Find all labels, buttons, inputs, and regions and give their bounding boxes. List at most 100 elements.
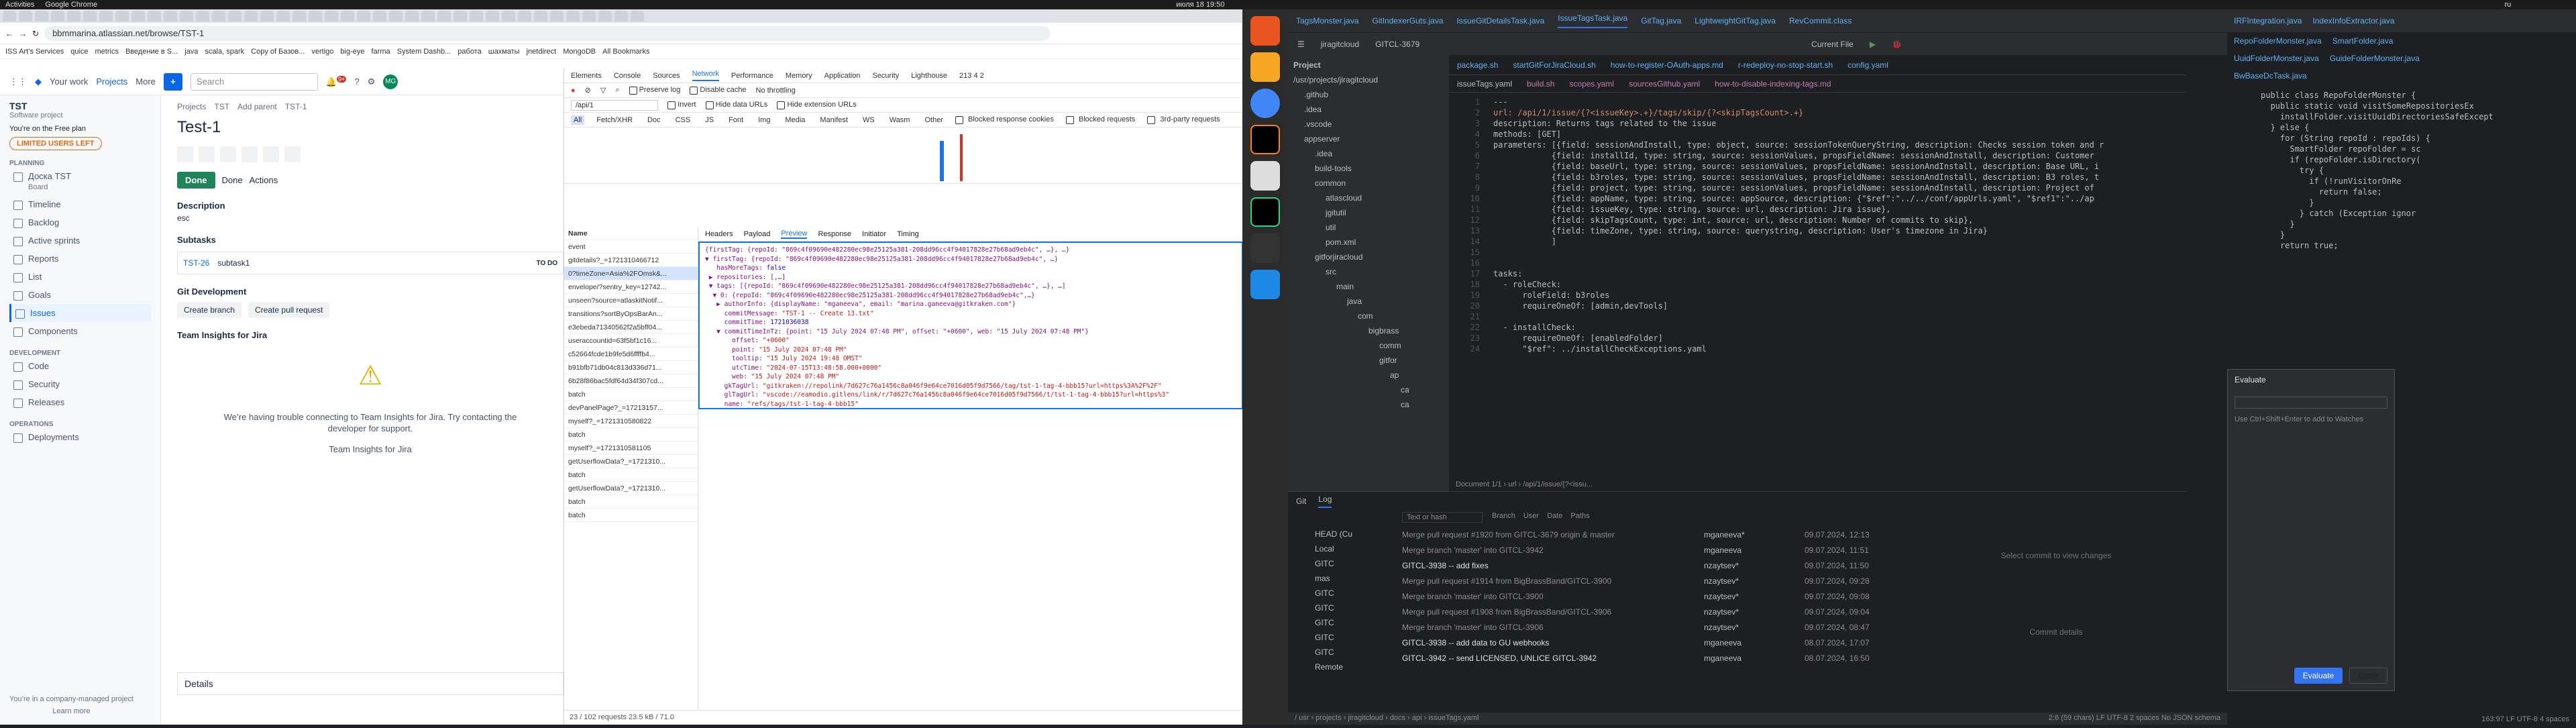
- forward-icon[interactable]: →: [19, 29, 27, 38]
- create-branch-button[interactable]: Create branch: [177, 302, 242, 318]
- request-row[interactable]: 0?timeZone=Asia%2FOmsk&...: [564, 267, 698, 280]
- editor-tab[interactable]: package.sh: [1457, 60, 1498, 70]
- file-tab[interactable]: RevCommit.class: [1789, 16, 1851, 25]
- type-filter-doc[interactable]: Doc: [645, 115, 663, 125]
- nav-projects[interactable]: Projects: [96, 76, 127, 87]
- tree-node[interactable]: ca: [1288, 397, 1449, 412]
- project-tree-title[interactable]: Project: [1288, 58, 1449, 72]
- intellij-icon[interactable]: [1250, 125, 1280, 154]
- sidebar-item-issues[interactable]: Issues: [9, 304, 151, 322]
- bookmark-item[interactable]: System Dashb...: [397, 48, 451, 56]
- browser-tab[interactable]: [148, 11, 161, 21]
- file-tab[interactable]: GitTag.java: [1641, 16, 1681, 25]
- issue-title[interactable]: Test-1: [177, 118, 564, 137]
- browser-tab[interactable]: [373, 11, 386, 21]
- request-row[interactable]: devPanelPage?_=17213157...: [564, 401, 698, 415]
- bookmark-item[interactable]: MongoDB: [563, 48, 596, 56]
- browser-tab[interactable]: [180, 11, 193, 21]
- commit-row[interactable]: Merge branch 'master' into GITCL-3942 mga…: [1402, 542, 1925, 558]
- browser-tab[interactable]: [550, 11, 564, 21]
- file-tab[interactable]: SmartFolder.java: [2332, 36, 2394, 46]
- request-row[interactable]: c52664fcde1b9fe5d6ffffb4...: [564, 348, 698, 361]
- file-tab[interactable]: IndexInfoExtractor.java: [2312, 16, 2394, 25]
- request-row[interactable]: b91bfb71db04c813d336d71...: [564, 361, 698, 374]
- filter-third-party[interactable]: 3rd-party requests: [1147, 115, 1222, 124]
- git-filter-branch[interactable]: Branch: [1492, 512, 1515, 523]
- browser-tab[interactable]: [518, 11, 531, 21]
- filter-icon[interactable]: ▽: [600, 86, 606, 95]
- request-row[interactable]: event: [564, 240, 698, 254]
- browser-tab[interactable]: [164, 11, 177, 21]
- branch-node[interactable]: GITC: [1315, 645, 1402, 660]
- commit-row[interactable]: GITCL-3938 -- add data to GU webhooks mga…: [1402, 635, 1925, 650]
- bookmark-item[interactable]: java: [184, 48, 198, 56]
- code-area[interactable]: 1 --- 2 url: /api/1/issue/{?<issueKey>.+}/t…: [1449, 93, 2187, 354]
- branch-node[interactable]: GITC: [1315, 601, 1402, 615]
- tree-node[interactable]: main: [1288, 279, 1449, 294]
- browser-tab[interactable]: [196, 11, 209, 21]
- sidebar-item-goals[interactable]: Goals: [9, 286, 151, 304]
- request-row[interactable]: useraccountid=63f5bf1c16...: [564, 334, 698, 348]
- request-row[interactable]: 6b28f86bac5fdf64d34f307cd...: [564, 374, 698, 388]
- tree-node[interactable]: common: [1288, 176, 1449, 191]
- pycharm-icon[interactable]: [1250, 197, 1280, 227]
- help-icon[interactable]: ?: [354, 76, 359, 87]
- bookmark-item[interactable]: All Bookmarks: [602, 48, 649, 56]
- type-filter-fetch-xhr[interactable]: Fetch/XHR: [594, 115, 635, 125]
- devtools-tab-elements[interactable]: Elements: [571, 72, 602, 80]
- file-tab[interactable]: IssueTagsTask.java: [1558, 13, 1628, 28]
- project-name[interactable]: TST: [9, 101, 151, 111]
- commit-row[interactable]: Merge branch 'master' into GITCL-3906 nza…: [1402, 619, 1925, 635]
- request-row[interactable]: unseen?source=atlaskitNotif...: [564, 294, 698, 307]
- tree-node[interactable]: bigbrass: [1288, 323, 1449, 338]
- file-tab[interactable]: LightweightGitTag.java: [1695, 16, 1776, 25]
- avatar[interactable]: MG: [383, 74, 398, 89]
- type-filter-all[interactable]: All: [571, 115, 585, 125]
- breadcrumb-item[interactable]: Projects: [177, 102, 206, 111]
- request-row[interactable]: gitdetails?_=1721310466712: [564, 254, 698, 267]
- subtask-icon[interactable]: [199, 146, 215, 162]
- request-row[interactable]: envelope/?sentry_key=12742...: [564, 280, 698, 294]
- bookmark-item[interactable]: scala, spark: [205, 48, 244, 56]
- filter-input[interactable]: /api/1: [571, 99, 658, 111]
- branch-node[interactable]: Local: [1315, 541, 1402, 556]
- branch-node[interactable]: Remote: [1315, 660, 1402, 674]
- editor-tab[interactable]: how-to-disable-indexing-tags.md: [1715, 79, 1831, 89]
- browser-tab[interactable]: [421, 11, 435, 21]
- subtask-status[interactable]: TO DO: [537, 260, 557, 267]
- run-icon[interactable]: ▶: [1870, 40, 1876, 49]
- browser-tab[interactable]: [534, 11, 547, 21]
- browser-tab[interactable]: [405, 11, 419, 21]
- file-tab[interactable]: GitIndexerGuts.java: [1372, 16, 1443, 25]
- devtools-tab-memory[interactable]: Memory: [786, 72, 812, 80]
- browser-tab[interactable]: [566, 11, 580, 21]
- browser-tab[interactable]: [35, 11, 48, 21]
- file-tab[interactable]: IssueGitDetailsTask.java: [1456, 16, 1544, 25]
- browser-tab[interactable]: [212, 11, 225, 21]
- branch-node[interactable]: GITC: [1315, 556, 1402, 571]
- browser-tab[interactable]: [582, 11, 596, 21]
- browser-tab[interactable]: [598, 11, 612, 21]
- jira-logo[interactable]: ◆: [35, 76, 42, 87]
- network-timeline[interactable]: [564, 127, 1242, 184]
- nav-your-work[interactable]: Your work: [50, 76, 88, 87]
- more-icon[interactable]: [284, 146, 301, 162]
- type-filter-manifest[interactable]: Manifest: [817, 115, 851, 125]
- breadcrumb-item[interactable]: Add parent: [237, 102, 277, 111]
- tree-node[interactable]: ap: [1288, 368, 1449, 382]
- browser-tab[interactable]: [357, 11, 370, 21]
- type-filter-css[interactable]: CSS: [673, 115, 694, 125]
- devtools-tab-application[interactable]: Application: [824, 72, 861, 80]
- request-row[interactable]: getUserflowData?_=1721310...: [564, 482, 698, 495]
- sidebar-item-security[interactable]: Security: [9, 375, 151, 393]
- apps-icon[interactable]: [263, 146, 279, 162]
- filter-blocked-req[interactable]: Blocked requests: [1065, 115, 1138, 124]
- branch-node[interactable]: GITC: [1315, 586, 1402, 601]
- lang-indicator[interactable]: ru: [2504, 1, 2511, 9]
- tree-node[interactable]: .idea: [1288, 146, 1449, 161]
- devtools-tab-sources[interactable]: Sources: [653, 72, 680, 80]
- request-row[interactable]: batch: [564, 388, 698, 401]
- browser-tab[interactable]: [486, 11, 499, 21]
- bookmark-item[interactable]: jnetdirect: [527, 48, 557, 56]
- tree-node[interactable]: gitfor: [1288, 353, 1449, 368]
